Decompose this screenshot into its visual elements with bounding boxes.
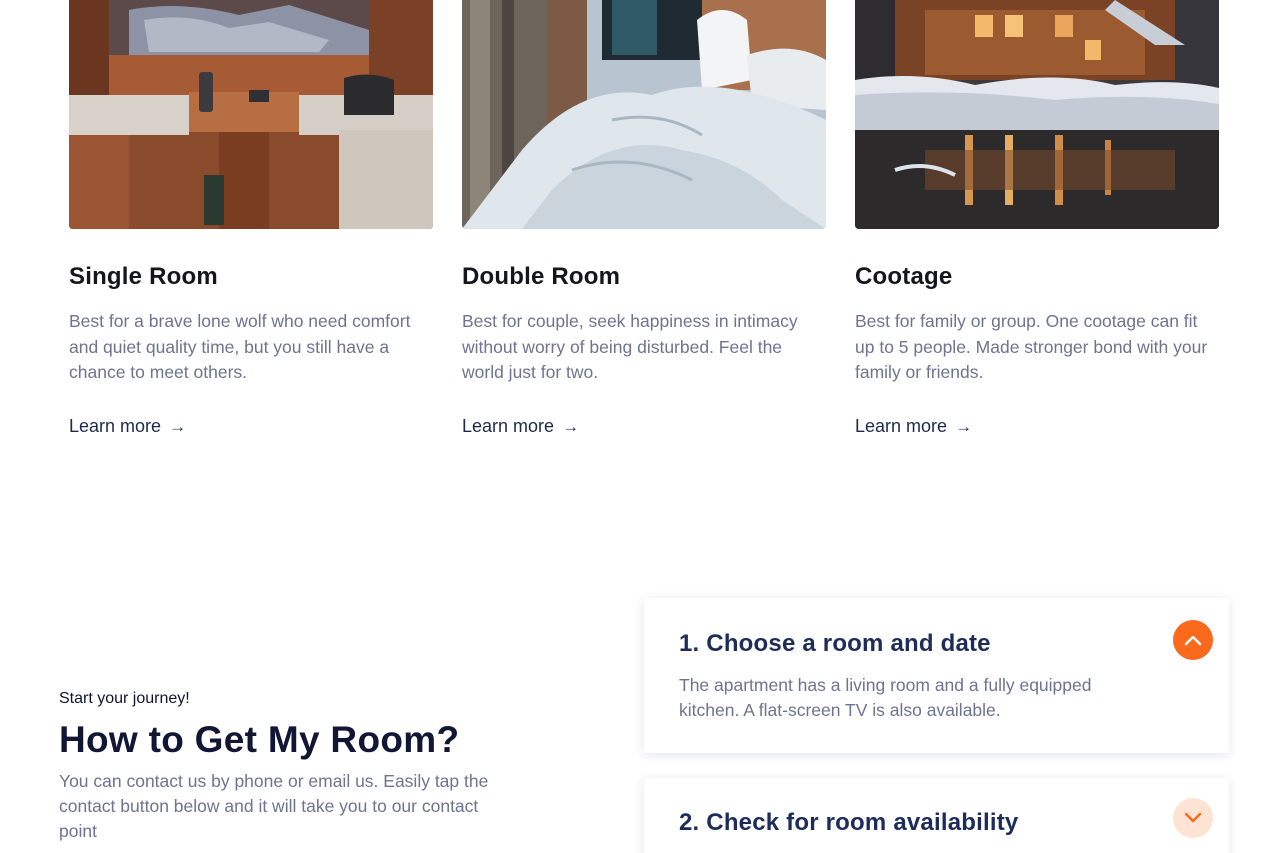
arrow-right-icon: → — [562, 416, 580, 436]
learn-more-label: Learn more — [69, 415, 162, 436]
room-card-double: Double Room Best for couple, seek happin… — [462, 0, 826, 437]
learn-more-label: Learn more — [462, 415, 555, 436]
room-card-cottage: Cootage Best for family or group. One co… — [855, 0, 1219, 437]
room-card-single: Single Room Best for a brave lone wolf w… — [69, 0, 433, 437]
chevron-up-icon — [1184, 635, 1202, 646]
journey-section: Start your journey! How to Get My Room? … — [59, 689, 519, 844]
section-kicker: Start your journey! — [59, 690, 190, 707]
room-title: Single Room — [69, 263, 218, 290]
faq-item-collapsed[interactable]: 2. Check for room availability — [644, 778, 1229, 853]
faq-toggle-button[interactable] — [1173, 798, 1213, 838]
room-description: Best for a brave lone wolf who need comf… — [69, 311, 411, 382]
room-description: Best for family or group. One cootage ca… — [855, 311, 1208, 382]
section-title: How to Get My Room? — [59, 719, 460, 760]
faq-question[interactable]: 2. Check for room availability — [679, 809, 1018, 837]
learn-more-link[interactable]: Learn more → — [462, 416, 579, 437]
faq-item-expanded[interactable]: 1. Choose a room and date The apartment … — [644, 598, 1229, 753]
learn-more-label: Learn more — [855, 415, 948, 436]
faq-answer: The apartment has a living room and a fu… — [679, 675, 1092, 720]
faq-toggle-button[interactable] — [1173, 620, 1213, 660]
learn-more-link[interactable]: Learn more → — [69, 416, 186, 437]
room-description: Best for couple, seek happiness in intim… — [462, 311, 798, 382]
faq-question[interactable]: 1. Choose a room and date — [679, 630, 991, 658]
chevron-down-icon — [1184, 812, 1202, 823]
room-title: Cootage — [855, 263, 953, 290]
section-description: You can contact us by phone or email us.… — [59, 771, 489, 841]
arrow-right-icon: → — [169, 416, 187, 436]
arrow-right-icon: → — [955, 416, 973, 436]
cottage-image — [855, 0, 1219, 229]
learn-more-link[interactable]: Learn more → — [855, 416, 972, 437]
double-room-image — [462, 0, 826, 229]
single-room-image — [69, 0, 433, 229]
room-title: Double Room — [462, 263, 621, 290]
